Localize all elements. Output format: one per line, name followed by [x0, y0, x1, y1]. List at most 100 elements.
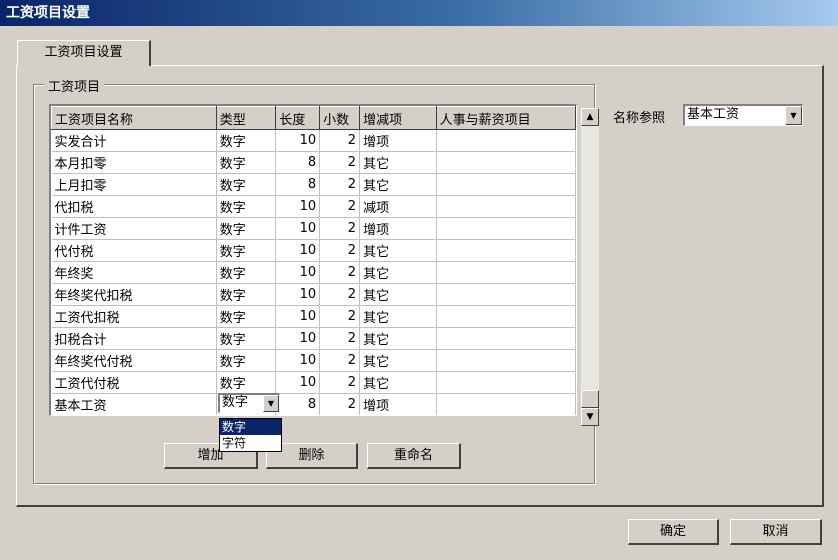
cell-decimals[interactable]: 2 [319, 327, 361, 350]
scroll-down-arrow-icon[interactable]: ▼ [581, 408, 599, 426]
column-header-hr-item[interactable]: 人事与薪资项目 [435, 106, 576, 130]
cell-decimals[interactable]: 2 [319, 283, 361, 306]
chevron-down-icon[interactable]: ▼ [785, 106, 802, 125]
scrollbar-thumb[interactable] [581, 390, 599, 408]
cell-type[interactable]: 数字 [216, 129, 277, 152]
rename-button[interactable]: 重命名 [367, 443, 461, 469]
cell-inc-dec[interactable]: 其它 [359, 349, 437, 372]
tab-salary-items[interactable]: 工资项目设置 [17, 40, 151, 66]
table-row[interactable]: 计件工资 数字 10 2 增项 [51, 217, 576, 240]
cell-length[interactable]: 10 [275, 327, 321, 350]
cell-type[interactable]: 数字 [216, 371, 277, 394]
cell-name[interactable]: 年终奖代扣税 [51, 283, 217, 306]
cell-type[interactable]: 数字 [216, 173, 277, 196]
cell-length[interactable]: 8 [275, 151, 321, 174]
cell-length[interactable]: 10 [275, 129, 321, 152]
cell-length[interactable]: 10 [275, 305, 321, 328]
cell-name[interactable]: 代付税 [51, 239, 217, 262]
table-row[interactable]: 工资代扣税 数字 10 2 其它 [51, 305, 576, 328]
cell-length[interactable]: 10 [275, 261, 321, 284]
cell-name[interactable]: 扣税合计 [51, 327, 217, 350]
cell-length[interactable]: 8 [275, 173, 321, 196]
cell-name[interactable]: 基本工资 [51, 393, 217, 415]
cell-hr-item[interactable] [436, 151, 576, 174]
cell-name[interactable]: 工资代付税 [51, 371, 217, 394]
table-row[interactable]: 代付税 数字 10 2 其它 [51, 239, 576, 262]
table-row[interactable]: 年终奖代扣税 数字 10 2 其它 [51, 283, 576, 306]
cell-type[interactable]: 数字 [216, 195, 277, 218]
dropdown-option-number[interactable]: 数字 [220, 419, 281, 435]
cell-type[interactable]: 数字 [216, 349, 277, 372]
cell-type[interactable]: 数字 [216, 327, 277, 350]
ok-button[interactable]: 确定 [628, 519, 719, 545]
cell-length[interactable]: 10 [275, 283, 321, 306]
grid-scrollbar[interactable]: ▲ ▼ [581, 108, 599, 426]
type-cell-dropdown[interactable]: 数字 ▼ [218, 393, 280, 413]
cell-hr-item[interactable] [436, 173, 576, 196]
cell-type[interactable]: 数字 [216, 217, 277, 240]
cell-decimals[interactable]: 2 [319, 393, 361, 415]
cell-hr-item[interactable] [436, 239, 576, 262]
cell-hr-item[interactable] [436, 349, 576, 372]
cell-inc-dec[interactable]: 增项 [359, 217, 437, 240]
cell-inc-dec[interactable]: 其它 [359, 173, 437, 196]
cell-hr-item[interactable] [436, 371, 576, 394]
cell-hr-item[interactable] [436, 195, 576, 218]
cell-name[interactable]: 年终奖代付税 [51, 349, 217, 372]
cell-decimals[interactable]: 2 [319, 129, 361, 152]
cell-decimals[interactable]: 2 [319, 349, 361, 372]
cell-hr-item[interactable] [436, 261, 576, 284]
cell-inc-dec[interactable]: 其它 [359, 327, 437, 350]
cancel-button[interactable]: 取消 [730, 519, 822, 545]
cell-decimals[interactable]: 2 [319, 239, 361, 262]
cell-inc-dec[interactable]: 其它 [359, 151, 437, 174]
column-header-type[interactable]: 类型 [215, 106, 277, 130]
cell-decimals[interactable]: 2 [319, 151, 361, 174]
table-row[interactable]: 本月扣零 数字 8 2 其它 [51, 151, 576, 174]
cell-length[interactable]: 10 [275, 217, 321, 240]
table-row[interactable]: 实发合计 数字 10 2 增项 [51, 129, 576, 152]
cell-decimals[interactable]: 2 [319, 173, 361, 196]
cell-inc-dec[interactable]: 其它 [359, 239, 437, 262]
cell-type[interactable]: 数字 [216, 283, 277, 306]
table-row[interactable]: 上月扣零 数字 8 2 其它 [51, 173, 576, 196]
cell-inc-dec[interactable]: 其它 [359, 305, 437, 328]
cell-name[interactable]: 上月扣零 [51, 173, 217, 196]
salary-items-grid[interactable]: 工资项目名称 类型 长度 小数 增减项 人事与薪资项目 实发合计 数字 10 2 增项本… [49, 104, 577, 416]
dropdown-option-char[interactable]: 字符 [220, 435, 281, 451]
cell-hr-item[interactable] [436, 327, 576, 350]
table-row[interactable]: 扣税合计 数字 10 2 其它 [51, 327, 576, 350]
chevron-down-icon[interactable]: ▼ [263, 395, 279, 412]
cell-inc-dec[interactable]: 增项 [359, 129, 437, 152]
cell-name[interactable]: 本月扣零 [51, 151, 217, 174]
cell-decimals[interactable]: 2 [319, 261, 361, 284]
cell-hr-item[interactable] [436, 283, 576, 306]
cell-decimals[interactable]: 2 [319, 305, 361, 328]
cell-length[interactable]: 10 [275, 349, 321, 372]
cell-type[interactable]: 数字 [216, 239, 277, 262]
cell-type[interactable]: 数字 [216, 305, 277, 328]
table-row[interactable]: 代扣税 数字 10 2 减项 [51, 195, 576, 218]
cell-type[interactable]: 数字 [216, 151, 277, 174]
cell-length[interactable]: 10 [275, 371, 321, 394]
column-header-inc-dec[interactable]: 增减项 [359, 106, 437, 130]
table-row[interactable]: 工资代付税 数字 10 2 其它 [51, 371, 576, 394]
cell-type[interactable]: 数字 [216, 261, 277, 284]
table-row[interactable]: 基本工资 8 2 增项 [51, 393, 576, 415]
scroll-up-arrow-icon[interactable]: ▲ [581, 108, 599, 126]
cell-name[interactable]: 代扣税 [51, 195, 217, 218]
cell-inc-dec[interactable]: 其它 [359, 371, 437, 394]
cell-inc-dec[interactable]: 其它 [359, 283, 437, 306]
column-header-name[interactable]: 工资项目名称 [51, 106, 217, 130]
cell-hr-item[interactable] [436, 217, 576, 240]
cell-name[interactable]: 计件工资 [51, 217, 217, 240]
cell-hr-item[interactable] [436, 129, 576, 152]
cell-length[interactable]: 10 [275, 195, 321, 218]
table-row[interactable]: 年终奖代付税 数字 10 2 其它 [51, 349, 576, 372]
cell-inc-dec[interactable]: 其它 [359, 261, 437, 284]
column-header-decimals[interactable]: 小数 [319, 106, 361, 130]
cell-name[interactable]: 年终奖 [51, 261, 217, 284]
table-row[interactable]: 年终奖 数字 10 2 其它 [51, 261, 576, 284]
cell-length[interactable]: 8 [275, 393, 321, 415]
cell-decimals[interactable]: 2 [319, 371, 361, 394]
